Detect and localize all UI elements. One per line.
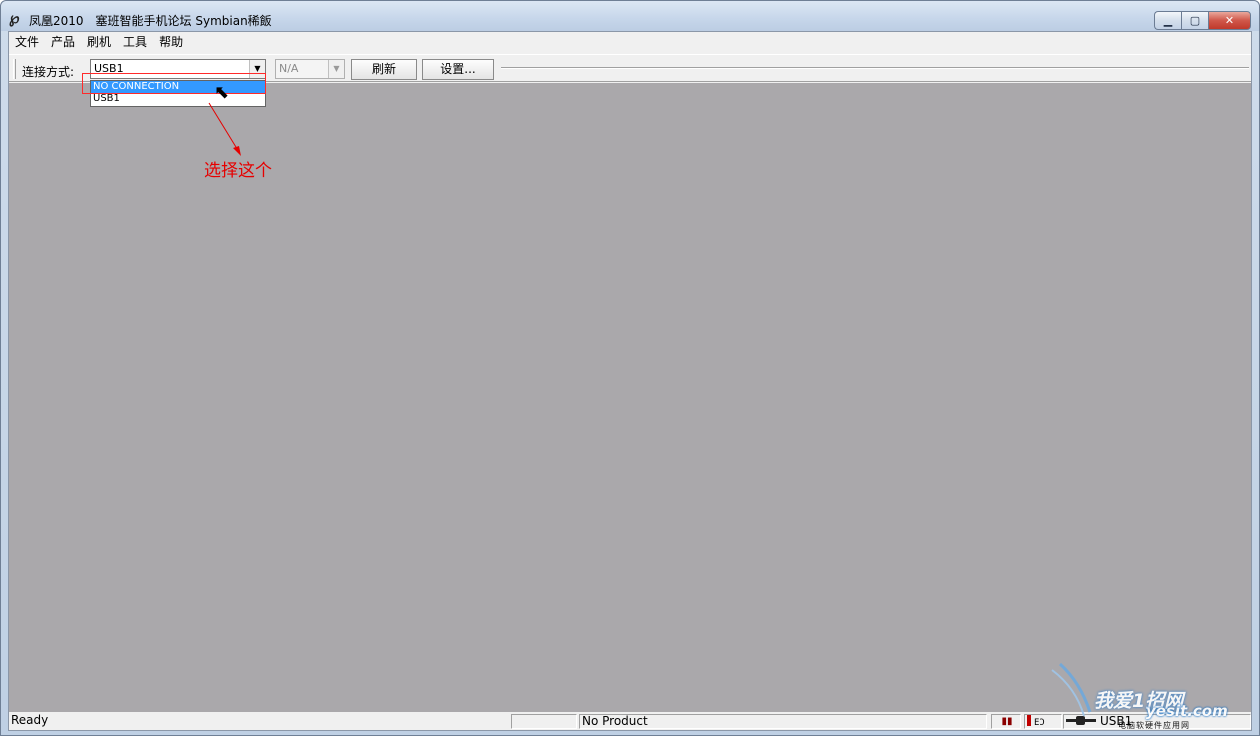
settings-button[interactable]: 设置... [422,59,494,80]
close-icon: ✕ [1224,14,1235,27]
menu-flash[interactable]: 刷机 [81,32,117,52]
title-bar[interactable]: ℘ 凤凰2010 塞班智能手机论坛 Symbian稀飯 ▁ ▢ ✕ [1,1,1259,31]
app-window: ℘ 凤凰2010 塞班智能手机论坛 Symbian稀飯 ▁ ▢ ✕ 文件 产品 刷… [0,0,1260,736]
toolbar-grip[interactable] [13,59,16,79]
chevron-down-icon[interactable]: ▼ [328,60,344,78]
app-logo-icon: ℘ [9,9,20,27]
watermark-logo: 我爱1招网 yesit.com 电脑软硬件应用网 [1051,662,1256,730]
maximize-icon: ▢ [1189,14,1201,27]
product-value: N/A [279,62,299,75]
status-product: No Product [579,714,987,729]
product-select[interactable]: N/A ▼ [275,59,345,79]
watermark-sub: 电脑软硬件应用网 [1118,721,1190,730]
menu-product[interactable]: 产品 [45,32,81,52]
window-controls: ▁ ▢ ✕ [1154,11,1251,30]
menu-help[interactable]: 帮助 [153,32,189,52]
window-title: 凤凰2010 塞班智能手机论坛 Symbian稀飯 [29,12,272,29]
workspace-area [9,83,1251,712]
status-pane-empty [511,714,577,729]
toolbar-divider [501,67,1249,69]
red-bar-icon [1027,715,1031,726]
refresh-button[interactable]: 刷新 [351,59,417,80]
app-name: 凤凰2010 [29,14,84,28]
minimize-button[interactable]: ▁ [1154,11,1181,30]
dropdown-option-usb1[interactable]: USB1 [91,93,265,105]
watermark-site: yesit.com [1146,702,1228,720]
connector-icon: EƆ [1034,718,1045,728]
menu-tools[interactable]: 工具 [117,32,153,52]
maximize-button[interactable]: ▢ [1181,11,1208,30]
connection-label: 连接方式: [22,65,75,79]
menu-bar: 文件 产品 刷机 工具 帮助 [9,32,1251,52]
annotation-highlight-box [82,73,266,94]
annotation-label: 选择这个 [204,161,272,181]
minimize-icon: ▁ [1163,14,1173,27]
mouse-cursor-icon: ⬉ [214,82,230,103]
window-subtitle: 塞班智能手机论坛 Symbian稀飯 [95,14,272,28]
status-ready: Ready [11,713,49,727]
close-button[interactable]: ✕ [1208,11,1251,30]
client-area: 文件 产品 刷机 工具 帮助 连接方式: USB1 ▼ N/A ▼ 刷新 设置.… [8,31,1252,731]
menu-file[interactable]: 文件 [9,32,45,52]
pause-icon: ▮▮ [991,714,1021,729]
